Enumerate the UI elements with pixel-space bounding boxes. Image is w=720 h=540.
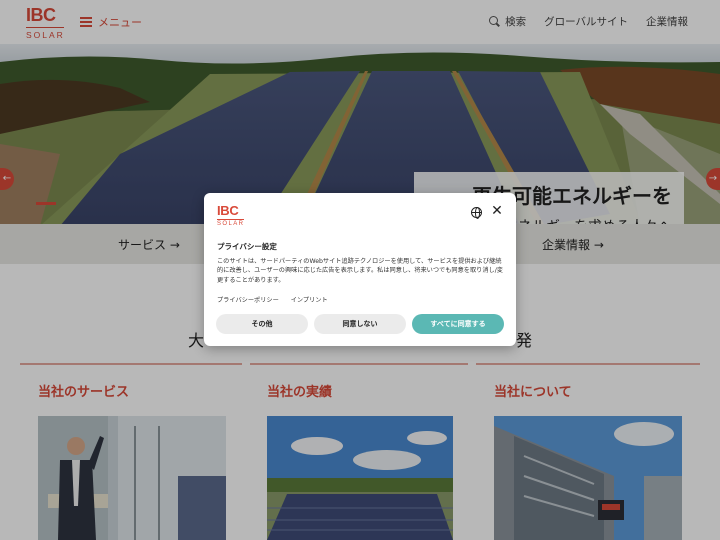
accept-all-button[interactable]: すべてに同意する [412, 314, 504, 334]
privacy-settings-dialog: IBC SOLAR ✕ プライバシー設定 このサイトは、サードパーティのWebサ… [204, 193, 516, 346]
deny-button[interactable]: 同意しない [314, 314, 406, 334]
privacy-policy-link[interactable]: プライバシーポリシー [217, 297, 279, 304]
imprint-link[interactable]: インプリント [291, 297, 328, 304]
dialog-links: プライバシーポリシー インプリント [217, 295, 338, 304]
close-icon[interactable]: ✕ [490, 204, 504, 218]
dialog-body: このサイトは、サードパーティのWebサイト追跡テクノロジーを使用して、サービスを… [217, 258, 503, 284]
other-button[interactable]: その他 [216, 314, 308, 334]
language-globe-icon[interactable] [471, 207, 482, 219]
dialog-logo-sub: SOLAR [217, 221, 245, 227]
dialog-logo-brand: IBC [217, 203, 239, 218]
dialog-logo: IBC SOLAR [217, 204, 245, 230]
dialog-title: プライバシー設定 [217, 242, 277, 251]
dialog-logo-divider [217, 219, 244, 220]
